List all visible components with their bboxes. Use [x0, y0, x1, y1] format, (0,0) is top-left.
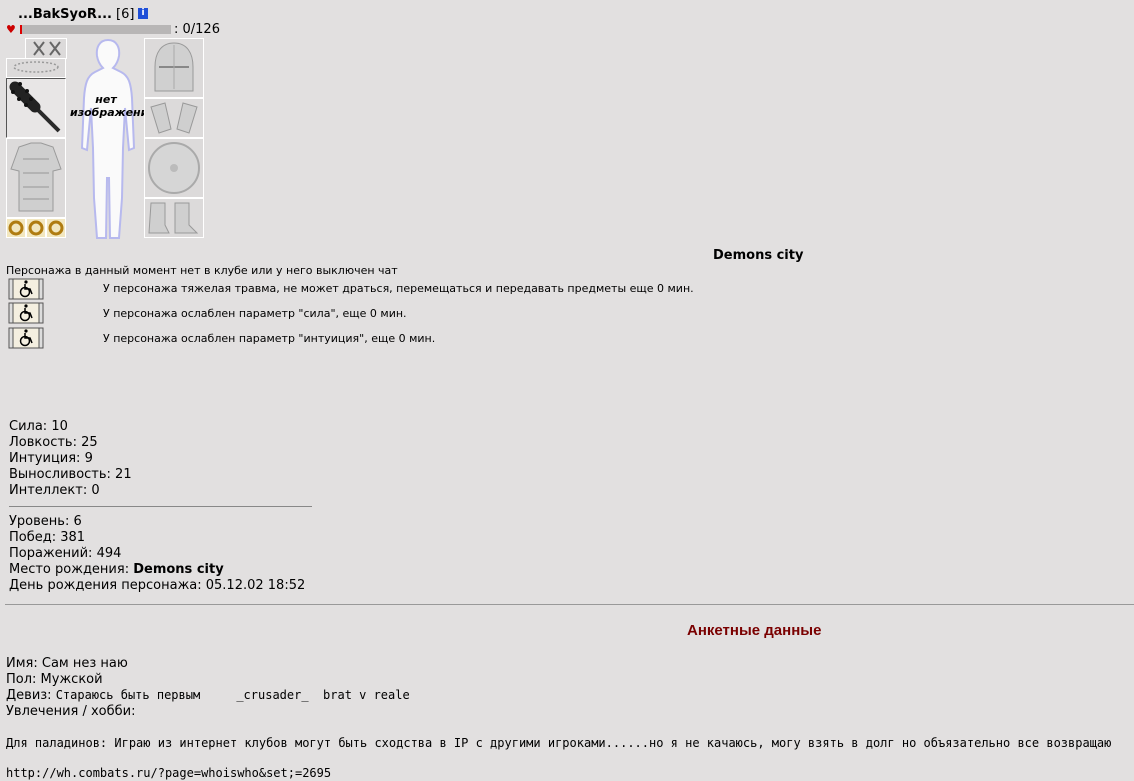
profile-title: Анкетные данные — [687, 622, 822, 639]
ring-icon — [8, 220, 24, 236]
stats-divider — [9, 506, 312, 507]
stat-intuition: Интуиция: 9 — [9, 451, 93, 466]
armor-slot[interactable] — [6, 138, 66, 218]
profile-motto: Девиз: Стараюсь быть первым _crusader_ b… — [6, 688, 410, 703]
stat-intellect: Интеллект: 0 — [9, 483, 100, 498]
club-weapon-icon — [9, 81, 61, 133]
ring-slot-3[interactable] — [46, 218, 66, 238]
weapon-slot[interactable] — [6, 78, 66, 138]
gloves-slot[interactable] — [144, 98, 204, 138]
no-image-line-2: изображения — [70, 106, 156, 119]
boots-icon — [148, 202, 199, 234]
stat-endurance: Выносливость: 21 — [9, 467, 132, 482]
hp-text: : 0/126 — [174, 22, 220, 37]
ring-slot-2[interactable] — [26, 218, 46, 238]
amulet-icon — [13, 61, 59, 73]
hp-bar — [20, 25, 171, 34]
profile-gender: Пол: Мужской — [6, 672, 103, 687]
no-image-label: нет изображения — [70, 93, 156, 119]
wheelchair-icon — [8, 278, 44, 300]
avatar-silhouette — [80, 38, 136, 239]
record-losses: Поражений: 494 — [9, 546, 122, 561]
hp-bar-fill — [20, 25, 22, 34]
character-level: [6] — [116, 7, 135, 22]
no-image-line-1: нет — [95, 93, 117, 106]
shield-slot[interactable] — [144, 138, 204, 198]
profile-name: Имя: Сам нез наю — [6, 656, 128, 671]
stat-strength: Сила: 10 — [9, 419, 68, 434]
helmet-icon — [154, 42, 194, 92]
amulet-slot[interactable] — [6, 58, 66, 78]
ring-icon — [48, 220, 64, 236]
shield-icon — [148, 142, 200, 194]
motto-label: Девиз: — [6, 688, 56, 703]
offline-notice: Персонажа в данный момент нет в клубе ил… — [6, 264, 398, 277]
effect-injury: У персонажа тяжелая травма, не может дра… — [103, 282, 694, 295]
record-level: Уровень: 6 — [9, 514, 82, 529]
profile-paladins-note: Для паладинов: Играю из интернет клубов … — [6, 736, 1112, 750]
wheelchair-icon — [8, 327, 44, 349]
city-title: Demons city — [713, 248, 804, 263]
profile-hobby: Увлечения / хобби: — [6, 704, 136, 719]
birthplace-label: Место рождения: — [9, 562, 134, 577]
effect-intuition-weakened: У персонажа ослаблен параметр "интуиция"… — [103, 332, 436, 345]
crossed-swords-slot[interactable] — [25, 38, 67, 59]
record-wins: Побед: 381 — [9, 530, 86, 545]
crossed-swords-icon — [33, 41, 61, 56]
motto-value: Стараюсь быть первым _crusader_ brat v r… — [55, 688, 410, 702]
helmet-slot[interactable] — [144, 38, 204, 98]
info-icon[interactable]: i — [138, 8, 148, 19]
boots-slot[interactable] — [144, 198, 204, 238]
heart-icon: ♥ — [6, 23, 16, 36]
ring-icon — [28, 220, 44, 236]
birthplace-value: Demons city — [133, 562, 224, 577]
effect-strength-weakened: У персонажа ослаблен параметр "сила", ещ… — [103, 307, 407, 320]
profile-link[interactable]: http://wh.combats.ru/?page=whoiswho&set;… — [6, 766, 331, 780]
ring-slot-1[interactable] — [6, 218, 26, 238]
record-birthday: День рождения персонажа: 05.12.02 18:52 — [9, 578, 306, 593]
stat-agility: Ловкость: 25 — [9, 435, 98, 450]
gauntlets-icon — [150, 102, 198, 134]
record-birthplace: Место рождения: Demons city — [9, 562, 224, 577]
page-divider — [5, 604, 1134, 605]
character-name: ...BakSyoR... — [18, 7, 112, 22]
wheelchair-icon — [8, 302, 44, 324]
armor-icon — [10, 142, 62, 212]
